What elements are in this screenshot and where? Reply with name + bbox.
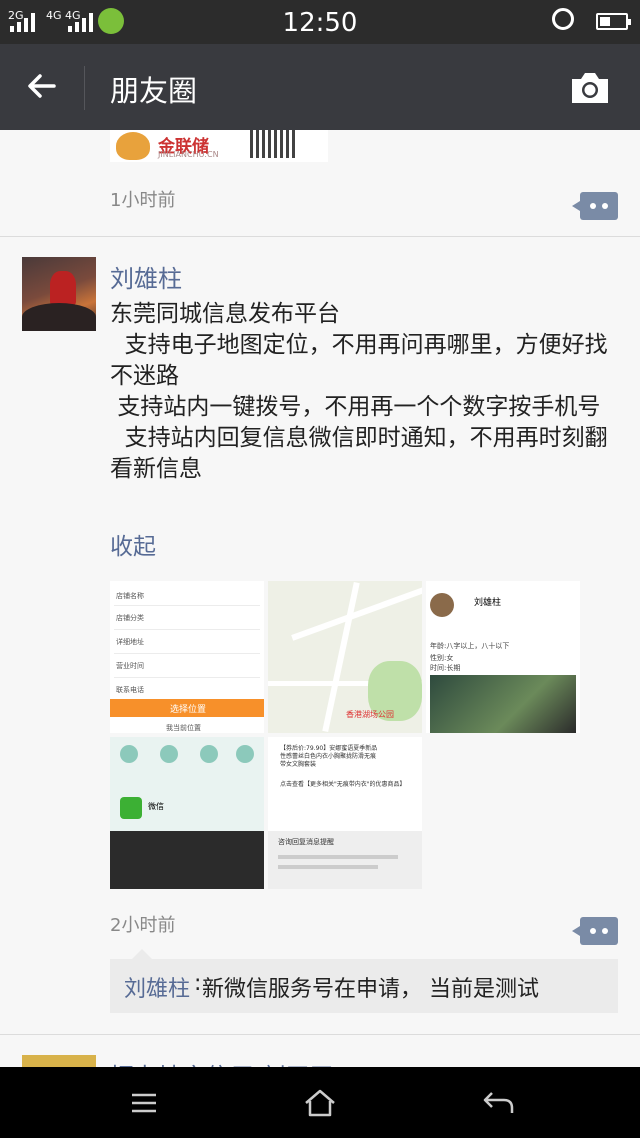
app-label: 微信: [148, 802, 164, 811]
mini-line: 年龄:八字以上，八十以下: [430, 642, 510, 650]
mini-line: 性别:女: [430, 654, 454, 662]
comment-text: 新微信服务号在申请， 当前是测试: [202, 977, 539, 1002]
post-author[interactable]: 刘雄柱: [110, 259, 182, 294]
form-label: 我当前位置: [166, 724, 201, 732]
comment-author[interactable]: 刘雄柱: [124, 971, 190, 1003]
status-time: 12:50: [282, 8, 358, 38]
qr-code: [250, 130, 298, 158]
map-label: 香港湖场公园: [346, 710, 394, 719]
title-divider: [84, 66, 85, 110]
post-time: 2小时前: [110, 915, 176, 936]
form-label: 营业时间: [116, 662, 144, 670]
comment-icon[interactable]: [572, 917, 618, 945]
back-arrow-icon[interactable]: [22, 66, 62, 106]
mini-avatar: [430, 593, 454, 617]
avatar[interactable]: [22, 257, 96, 331]
image-thumbnail-2[interactable]: 香港湖场公园: [268, 581, 422, 733]
wechat-icon: [120, 797, 142, 819]
status-bar: 2G 4G 4G 12:50: [0, 0, 640, 44]
comment-icon[interactable]: [572, 192, 618, 220]
post-text: 东莞同城信息发布平台 支持电子地图定位，不用再问再哪里，方便好找不迷路 支持站内…: [110, 299, 610, 485]
comment-separator: :: [194, 971, 202, 996]
ad-image[interactable]: 金联储 JINLIANCHU.CN: [110, 130, 328, 162]
mini-line: 时间:长期: [430, 664, 461, 672]
mini-text: 【券后价:79.90】安娜蜜语夏季新品性感蕾丝白色内衣小胸聚拢防滑无痕带女文胸套…: [280, 745, 378, 768]
form-label: 店铺分类: [116, 614, 144, 622]
previous-post: 金联储 JINLIANCHU.CN 1小时前: [0, 130, 640, 237]
post-author[interactable]: 振力地产信用 刘平平 18188: [110, 1057, 418, 1067]
mini-name: 刘雄柱: [474, 598, 502, 608]
post-line: 支持站内回复信息微信即时通知，不用再时刻翻看新信息: [110, 425, 608, 482]
photo: [430, 675, 576, 733]
image-thumbnail-4[interactable]: 微信: [110, 737, 264, 889]
post-line: 支持站内一键拨号，不用再一个个数字按手机号: [110, 394, 601, 420]
mascot-logo: [116, 132, 150, 160]
form-label: 店铺名称: [116, 592, 144, 600]
post-line: 东莞同城信息发布平台: [110, 301, 340, 327]
ad-sub: JINLIANCHU.CN: [158, 150, 219, 159]
home-icon[interactable]: [302, 1085, 338, 1121]
image-thumbnail-3[interactable]: 刘雄柱 年龄:八字以上，八十以下 性别:女 时间:长期: [426, 581, 580, 733]
back-icon[interactable]: [480, 1085, 516, 1121]
collapse-link[interactable]: 收起: [110, 527, 156, 561]
select-location-bar: 选择位置: [110, 699, 264, 717]
image-thumbnail-1[interactable]: 店铺名称 店铺分类 详细地址 营业时间 联系电话 选择位置 我当前位置: [110, 581, 264, 733]
image-grid: 店铺名称 店铺分类 详细地址 营业时间 联系电话 选择位置 我当前位置 香港湖场…: [110, 581, 580, 889]
mini-text: 咨询回复消息提醒: [278, 838, 334, 846]
menu-icon[interactable]: [126, 1085, 162, 1121]
navigation-bar: [0, 1067, 640, 1138]
camera-icon[interactable]: [568, 70, 612, 106]
post-time: 1小时前: [110, 190, 176, 211]
form-label: 联系电话: [116, 686, 144, 694]
alarm-icon: [552, 8, 574, 30]
page-title: 朋友圈: [110, 74, 198, 108]
image-thumbnail-5[interactable]: 【券后价:79.90】安娜蜜语夏季新品性感蕾丝白色内衣小胸聚拢防滑无痕带女文胸套…: [268, 737, 422, 889]
post-line: 支持电子地图定位，不用再问再哪里，方便好找不迷路: [110, 332, 608, 389]
moment-post: 刘雄柱 东莞同城信息发布平台 支持电子地图定位，不用再问再哪里，方便好找不迷路 …: [0, 237, 640, 1035]
mini-text: 点击查看【更多相关"无痕带内衣"的优惠商品】: [280, 781, 406, 788]
battery-icon: [596, 13, 631, 30]
next-post: 振力地产信用 刘平平 18188: [0, 1035, 640, 1067]
avatar[interactable]: [22, 1055, 96, 1067]
form-label: 详细地址: [116, 638, 144, 646]
title-bar: 朋友圈: [0, 44, 640, 130]
comment-area: 刘雄柱 : 新微信服务号在申请， 当前是测试: [110, 949, 618, 1013]
